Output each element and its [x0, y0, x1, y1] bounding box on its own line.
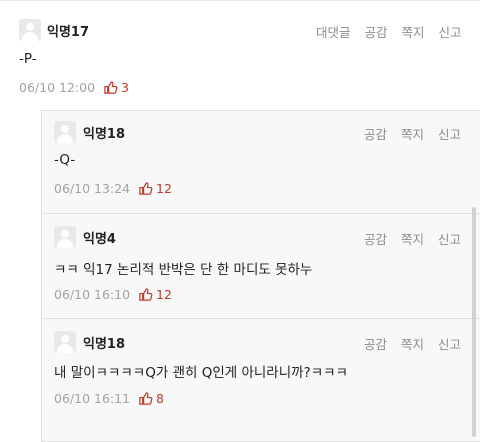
report-button[interactable]: 신고 [439, 22, 462, 41]
avatar-icon [54, 331, 76, 353]
reply-meta: 06/10 16:11 8 [54, 391, 164, 406]
like-vote[interactable]: 12 [138, 181, 172, 196]
reply-actions: 공감 쪽지 신고 [364, 124, 461, 143]
scrollbar[interactable] [472, 207, 476, 437]
reply-timestamp: 06/10 16:10 [54, 287, 131, 302]
like-count: 12 [156, 181, 172, 196]
reply-button[interactable]: 대댓글 [316, 22, 351, 41]
like-vote[interactable]: 8 [138, 391, 164, 406]
reply-comment: 익명18 공감 쪽지 신고 내 말이ㅋㅋㅋㅋQ가 괜히 Q인게 아니라니까?ㅋㅋ… [41, 318, 480, 442]
like-button[interactable]: 공감 [365, 22, 388, 41]
comment-text: -P- [19, 51, 37, 67]
like-count: 3 [121, 80, 129, 95]
report-button[interactable]: 신고 [438, 124, 461, 143]
message-button[interactable]: 쪽지 [401, 334, 424, 353]
like-vote[interactable]: 3 [103, 80, 129, 95]
like-button[interactable]: 공감 [364, 124, 387, 143]
top-divider [0, 0, 480, 1]
like-button[interactable]: 공감 [364, 229, 387, 248]
reply-actions: 공감 쪽지 신고 [364, 229, 461, 248]
like-count: 8 [156, 391, 164, 406]
message-button[interactable]: 쪽지 [401, 124, 424, 143]
thumbs-up-icon [139, 182, 153, 195]
reply-actions: 공감 쪽지 신고 [364, 334, 461, 353]
comment-author: 익명17 [47, 25, 90, 40]
thumbs-up-icon [139, 392, 153, 405]
reply-text: -Q- [54, 152, 76, 168]
message-button[interactable]: 쪽지 [402, 22, 425, 41]
like-vote[interactable]: 12 [138, 287, 172, 302]
reply-author: 익명18 [83, 337, 126, 352]
reply-comment: 익명18 공감 쪽지 신고 -Q- 06/10 13:24 12 [41, 110, 480, 214]
reply-text: ㅋㅋ 익17 논리적 반박은 단 한 마디도 못하누 [54, 262, 313, 278]
thumbs-up-icon [139, 288, 153, 301]
avatar-icon [19, 19, 41, 41]
reply-meta: 06/10 16:10 12 [54, 287, 172, 302]
reply-author: 익명18 [83, 127, 126, 142]
report-button[interactable]: 신고 [438, 334, 461, 353]
comment-timestamp: 06/10 12:00 [19, 80, 96, 95]
reply-timestamp: 06/10 13:24 [54, 181, 131, 196]
reply-text: 내 말이ㅋㅋㅋㅋQ가 괜히 Q인게 아니라니까?ㅋㅋㅋ [54, 365, 348, 381]
like-button[interactable]: 공감 [364, 334, 387, 353]
reply-meta: 06/10 13:24 12 [54, 181, 172, 196]
avatar-icon [54, 121, 76, 143]
thumbs-up-icon [104, 81, 118, 94]
avatar-icon [54, 226, 76, 248]
comment-actions: 대댓글 공감 쪽지 신고 [316, 22, 462, 41]
comment-meta: 06/10 12:00 3 [19, 80, 129, 95]
message-button[interactable]: 쪽지 [401, 229, 424, 248]
reply-author: 익명4 [83, 232, 116, 247]
reply-comment: 익명4 공감 쪽지 신고 ㅋㅋ 익17 논리적 반박은 단 한 마디도 못하누 … [41, 213, 480, 319]
reply-timestamp: 06/10 16:11 [54, 391, 131, 406]
like-count: 12 [156, 287, 172, 302]
report-button[interactable]: 신고 [438, 229, 461, 248]
